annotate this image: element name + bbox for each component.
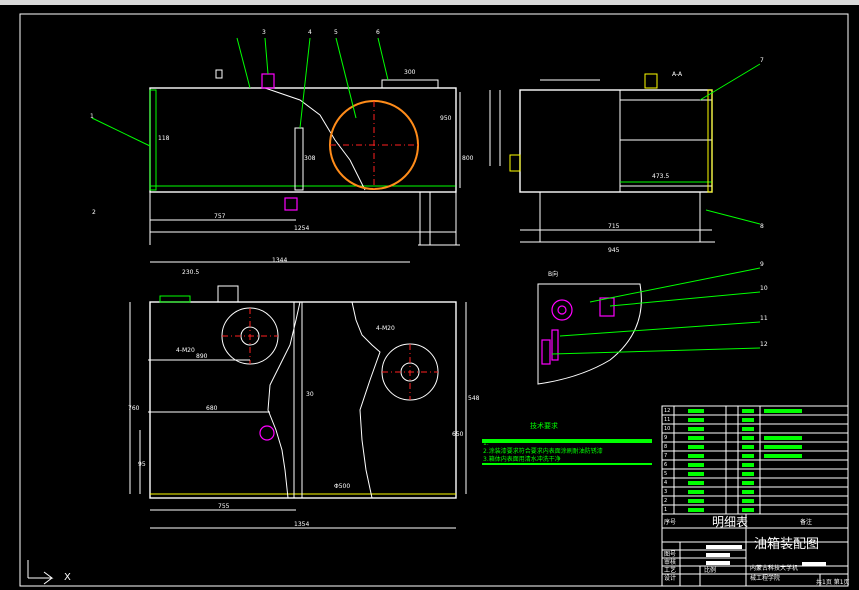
row-label-1: 图号 (664, 551, 676, 558)
balloon-8: 8 (760, 223, 764, 230)
dim-30: 30 (306, 391, 314, 398)
bom-header-left: 序号 (664, 518, 676, 526)
dim-1344: 1344 (272, 257, 287, 264)
bom-row-2: 2 (664, 498, 667, 504)
dim-890: 890 (196, 353, 208, 360)
tech-line-3: 3.箱体内表面用清水冲洗干净 (483, 455, 561, 463)
cad-drawing: 1 2 3 4 5 6 7 8 9 10 11 12 A-A B向 757 12… (19, 13, 850, 587)
dim-118: 118 (158, 135, 170, 142)
balloon-4: 4 (308, 29, 312, 36)
dim-757: 757 (214, 213, 226, 220)
bom-row-12: 12 (664, 408, 670, 414)
section-label: A-A (672, 71, 683, 78)
dim-phi: Φ500 (334, 483, 350, 490)
dept-name: 械工程学院 (750, 574, 780, 582)
dim-300: 300 (404, 69, 416, 76)
top-view (129, 261, 467, 529)
row-label-4: 设计 (664, 574, 676, 582)
bom-row-9: 9 (664, 435, 667, 441)
dimension-labels: 757 1254 800 308 118 950 715 945 473.5 1… (128, 69, 669, 528)
dim-800: 800 (462, 155, 474, 162)
drawing-frame (19, 13, 849, 587)
dim-680: 680 (206, 405, 218, 412)
balloon-5: 5 (334, 29, 338, 36)
dim-755: 755 (218, 503, 230, 510)
bom-row-11: 11 (664, 417, 670, 423)
tech-title: 技术要求 (530, 421, 558, 430)
bom-row-3: 3 (664, 489, 667, 495)
sheet-label: 共1页 第1页 (816, 578, 850, 586)
dim-1354: 1354 (294, 521, 309, 528)
dim-hole-1: 4-M20 (176, 347, 195, 354)
title-block-text: 油箱装配图 内蒙古科技大学机 械工程学院 图号 审核 工艺 设计 比例 共1页 … (664, 536, 850, 586)
bom-row-7: 7 (664, 453, 667, 459)
tech-line-1: 1. (483, 440, 489, 447)
bom-table (661, 405, 849, 515)
dim-hole-2: 4-M20 (376, 325, 395, 332)
leader-lines (91, 37, 761, 355)
row-label-2: 审核 (664, 558, 676, 566)
drawing-name: 油箱装配图 (754, 536, 819, 552)
ucs-x-label: X (64, 572, 71, 583)
section-view (489, 73, 715, 243)
dim-950: 950 (440, 115, 452, 122)
bom-row-5: 5 (664, 471, 667, 477)
balloon-1: 1 (90, 113, 94, 120)
bom-row-10: 10 (664, 426, 670, 432)
school-name: 内蒙古科技大学机 (750, 564, 798, 572)
row-label-3: 工艺 (664, 566, 676, 574)
dim-230: 230.5 (182, 269, 199, 276)
balloon-labels: 1 2 3 4 5 6 7 8 9 10 11 12 A-A B向 (90, 29, 768, 348)
dim-548: 548 (468, 395, 480, 402)
balloon-7: 7 (760, 57, 764, 64)
balloon-12: 12 (760, 341, 768, 348)
bom-row-1: 1 (664, 507, 667, 513)
dim-650: 650 (452, 431, 464, 438)
dim-473: 473.5 (652, 173, 669, 180)
dim-715: 715 (608, 223, 620, 230)
balloon-11: 11 (760, 315, 768, 322)
dim-945: 945 (608, 247, 620, 254)
tech-line-2: 2.涂装漆要求符合要求内表面涂刷耐油防锈漆 (483, 447, 603, 455)
bom-title: 明细表 (712, 515, 748, 529)
bom-header-right: 备注 (800, 518, 812, 526)
scale-label: 比例 (704, 566, 716, 574)
ucs-marker (27, 560, 54, 585)
dim-308: 308 (304, 155, 316, 162)
balloon-2: 2 (92, 209, 96, 216)
bom-row-6: 6 (664, 462, 667, 468)
bom-row-4: 4 (664, 480, 667, 486)
balloon-3: 3 (262, 29, 266, 36)
dim-1254: 1254 (294, 225, 309, 232)
dim-95: 95 (138, 461, 146, 468)
balloon-10: 10 (760, 285, 768, 292)
balloon-9: 9 (760, 261, 764, 268)
dim-760: 760 (128, 405, 140, 412)
detail-label: B向 (548, 270, 558, 278)
balloon-6: 6 (376, 29, 380, 36)
bom-row-8: 8 (664, 444, 667, 450)
